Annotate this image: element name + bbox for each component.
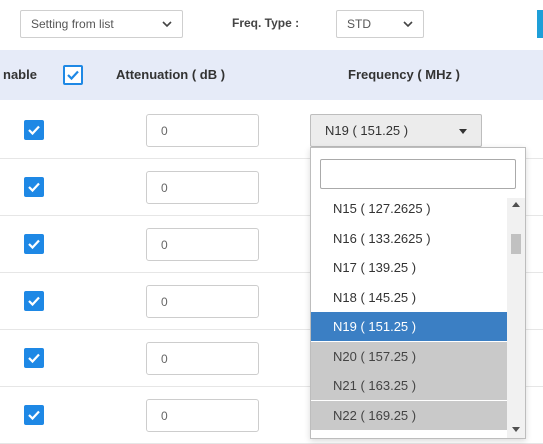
attenuation-input[interactable]: 0 bbox=[146, 171, 259, 204]
attenuation-input[interactable]: 0 bbox=[146, 399, 259, 432]
header-attenuation: Attenuation ( dB ) bbox=[116, 67, 226, 82]
setting-mode-value: Setting from list bbox=[31, 17, 114, 31]
check-icon bbox=[67, 70, 79, 81]
attenuation-value: 0 bbox=[161, 123, 168, 138]
row-enable-checkbox[interactable] bbox=[24, 120, 44, 140]
dropdown-option[interactable]: N18 ( 145.25 ) bbox=[311, 283, 507, 312]
attenuation-value: 0 bbox=[161, 408, 168, 423]
select-all-checkbox[interactable] bbox=[63, 65, 83, 85]
check-icon bbox=[28, 410, 40, 421]
scroll-thumb[interactable] bbox=[511, 234, 521, 254]
chevron-down-icon bbox=[162, 21, 172, 28]
check-icon bbox=[28, 182, 40, 193]
row-enable-checkbox[interactable] bbox=[24, 348, 44, 368]
table-header: nable Attenuation ( dB ) Frequency ( MHz… bbox=[0, 50, 543, 100]
freq-type-value: STD bbox=[347, 17, 371, 31]
scroll-down-icon[interactable] bbox=[512, 427, 520, 432]
dropdown-option[interactable]: N21 ( 163.25 ) bbox=[311, 371, 507, 400]
setting-mode-select[interactable]: Setting from list bbox=[20, 10, 183, 38]
dropdown-option[interactable]: N19 ( 151.25 ) bbox=[311, 312, 507, 341]
check-icon bbox=[28, 353, 40, 364]
attenuation-input[interactable]: 0 bbox=[146, 228, 259, 261]
attenuation-input[interactable]: 0 bbox=[146, 342, 259, 375]
attenuation-value: 0 bbox=[161, 351, 168, 366]
check-icon bbox=[28, 239, 40, 250]
caret-down-icon bbox=[459, 129, 467, 134]
chevron-down-icon bbox=[403, 21, 413, 28]
apply-button-edge[interactable] bbox=[537, 10, 543, 38]
check-icon bbox=[28, 296, 40, 307]
row-enable-checkbox[interactable] bbox=[24, 291, 44, 311]
row-enable-checkbox[interactable] bbox=[24, 177, 44, 197]
freq-type-label: Freq. Type : bbox=[232, 16, 300, 30]
dropdown-option[interactable]: N16 ( 133.2625 ) bbox=[311, 224, 507, 253]
attenuation-value: 0 bbox=[161, 237, 168, 252]
dropdown-option[interactable]: N17 ( 139.25 ) bbox=[311, 253, 507, 282]
frequency-select-value: N19 ( 151.25 ) bbox=[325, 123, 409, 138]
freq-type-select[interactable]: STD bbox=[336, 10, 424, 38]
check-icon bbox=[28, 125, 40, 136]
dropdown-option[interactable]: N22 ( 169.25 ) bbox=[311, 400, 507, 430]
header-frequency: Frequency ( MHz ) bbox=[348, 67, 460, 82]
attenuation-value: 0 bbox=[161, 294, 168, 309]
frequency-select[interactable]: N19 ( 151.25 ) bbox=[310, 114, 482, 147]
dropdown-scrollbar[interactable] bbox=[507, 198, 525, 438]
scroll-up-icon[interactable] bbox=[512, 202, 520, 207]
dropdown-list: N15 ( 127.2625 ) N16 ( 133.2625 ) N17 ( 13… bbox=[311, 198, 507, 440]
dropdown-option[interactable]: N20 ( 157.25 ) bbox=[311, 341, 507, 371]
header-enable: nable bbox=[3, 67, 37, 82]
frequency-dropdown: N15 ( 127.2625 ) N16 ( 133.2625 ) N17 ( 13… bbox=[310, 147, 526, 439]
dropdown-search-input[interactable] bbox=[320, 159, 516, 189]
dropdown-option[interactable]: N15 ( 127.2625 ) bbox=[311, 198, 507, 223]
attenuation-input[interactable]: 0 bbox=[146, 285, 259, 318]
row-enable-checkbox[interactable] bbox=[24, 405, 44, 425]
attenuation-value: 0 bbox=[161, 180, 168, 195]
attenuation-input[interactable]: 0 bbox=[146, 114, 259, 147]
row-enable-checkbox[interactable] bbox=[24, 234, 44, 254]
